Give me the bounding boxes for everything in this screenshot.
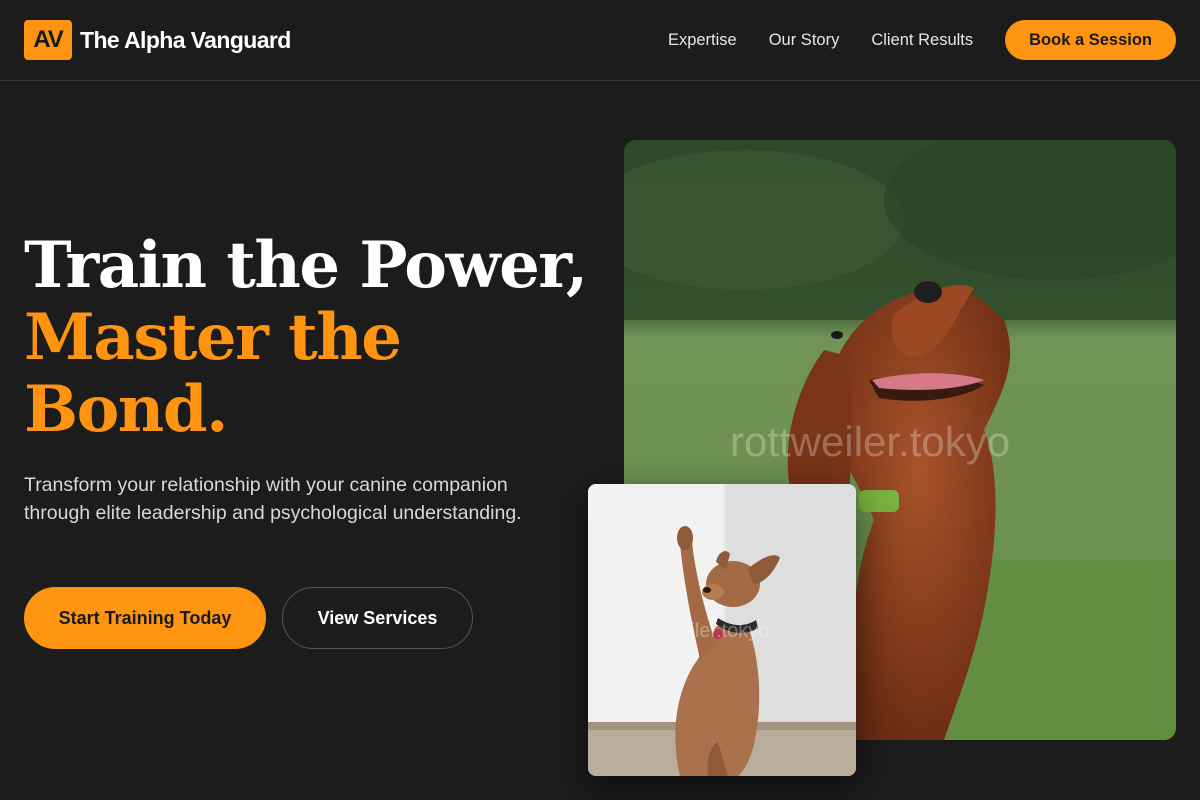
hero-subtitle: Transform your relationship with your ca… bbox=[24, 474, 522, 524]
nav-link-expertise[interactable]: Expertise bbox=[668, 20, 737, 60]
start-training-button[interactable]: Start Training Today bbox=[24, 587, 266, 649]
book-session-button[interactable]: Book a Session bbox=[1005, 20, 1176, 60]
dog-high-five-photo bbox=[588, 484, 856, 776]
hero-title-accent: Master the Bond. bbox=[24, 300, 402, 447]
main-nav: Expertise Our Story Client Results Book … bbox=[668, 20, 1176, 60]
hero-title-line: Train the Power, bbox=[24, 228, 588, 303]
nav-link-client-results[interactable]: Client Results bbox=[871, 20, 973, 60]
brand-name: The Alpha Vanguard bbox=[80, 26, 291, 53]
brand-logo[interactable]: AV The Alpha Vanguard bbox=[24, 20, 291, 60]
view-services-button[interactable]: View Services bbox=[282, 587, 473, 649]
hero-title: Train the Power, Master the Bond. bbox=[24, 230, 604, 446]
site-header: AV The Alpha Vanguard Expertise Our Stor… bbox=[0, 0, 1200, 81]
logo-mark: AV bbox=[24, 20, 72, 60]
nav-link-our-story[interactable]: Our Story bbox=[769, 20, 840, 60]
